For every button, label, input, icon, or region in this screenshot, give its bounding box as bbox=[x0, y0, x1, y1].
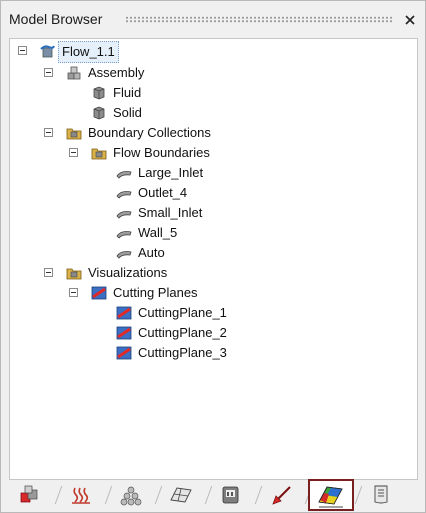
tree-item-wall-5[interactable]: Wall_5 bbox=[10, 223, 415, 243]
tree-item-label: Auto bbox=[138, 245, 165, 260]
report-icon bbox=[374, 485, 388, 504]
mesh-icon bbox=[170, 487, 192, 503]
tree-item-label: CuttingPlane_1 bbox=[138, 305, 227, 320]
tree-item-label: Flow Boundaries bbox=[113, 145, 210, 160]
cutting-plane-icon bbox=[116, 345, 132, 361]
folder-collection-icon bbox=[91, 145, 107, 161]
tree-item-large-inlet[interactable]: Large_Inlet bbox=[10, 163, 415, 183]
arrow-pen-icon bbox=[272, 486, 291, 505]
collapse-toggle[interactable] bbox=[18, 46, 27, 55]
cutting-plane-icon bbox=[116, 305, 132, 321]
collapse-toggle[interactable] bbox=[44, 268, 53, 277]
tree-item-visualizations[interactable]: Visualizations bbox=[10, 263, 415, 283]
tab-physics[interactable] bbox=[61, 482, 105, 508]
tree-item-solid[interactable]: Solid bbox=[10, 103, 415, 123]
particles-icon bbox=[120, 486, 142, 506]
tree-item-label: Assembly bbox=[88, 65, 145, 80]
tree-item-assembly[interactable]: Assembly bbox=[10, 63, 415, 83]
cutting-plane-icon bbox=[91, 285, 107, 301]
analysis-ai-icon bbox=[222, 486, 239, 504]
browser-tab-bar bbox=[9, 479, 417, 511]
flow-icon bbox=[39, 43, 55, 59]
tab-report[interactable] bbox=[361, 482, 405, 508]
tree-item-flow-boundaries[interactable]: Flow Boundaries bbox=[10, 143, 415, 163]
part-icon bbox=[91, 85, 107, 101]
drag-grip[interactable] bbox=[125, 16, 393, 23]
tree-item-label: CuttingPlane_2 bbox=[138, 325, 227, 340]
tab-contour-plot[interactable] bbox=[308, 479, 354, 511]
tree-item-cutting-planes[interactable]: Cutting Planes bbox=[10, 283, 415, 303]
folder-collection-icon bbox=[66, 125, 82, 141]
tab-mesh[interactable] bbox=[161, 482, 205, 508]
tree-item-cuttingplane-1[interactable]: CuttingPlane_1 bbox=[10, 303, 415, 323]
tree-item-label: Cutting Planes bbox=[113, 285, 198, 300]
tree-item-label: Flow_1.1 bbox=[58, 41, 119, 63]
tree-item-label: CuttingPlane_3 bbox=[138, 345, 227, 360]
part-icon bbox=[91, 105, 107, 121]
tree-item-small-inlet[interactable]: Small_Inlet bbox=[10, 203, 415, 223]
close-icon[interactable] bbox=[403, 13, 417, 27]
collapse-toggle[interactable] bbox=[69, 288, 78, 297]
tree-item-flow[interactable]: Flow_1.1 bbox=[10, 41, 415, 63]
surface-icon bbox=[116, 205, 132, 221]
tab-annotate[interactable] bbox=[261, 482, 305, 508]
tree-item-label: Boundary Collections bbox=[88, 125, 211, 140]
tab-particles[interactable] bbox=[111, 482, 155, 508]
tree-item-label: Visualizations bbox=[88, 265, 168, 280]
tree-item-label: Wall_5 bbox=[138, 225, 178, 240]
surface-icon bbox=[116, 245, 132, 261]
collapse-toggle[interactable] bbox=[44, 128, 53, 137]
surface-icon bbox=[116, 185, 132, 201]
tab-analysis[interactable] bbox=[211, 482, 255, 508]
tab-model-parts[interactable] bbox=[11, 482, 55, 508]
model-browser-panel: Model Browser Flow_1.1 Assembly Fluid So… bbox=[0, 0, 426, 513]
collapse-toggle[interactable] bbox=[44, 68, 53, 77]
tree-item-cuttingplane-2[interactable]: CuttingPlane_2 bbox=[10, 323, 415, 343]
cutting-plane-icon bbox=[116, 325, 132, 341]
collapse-toggle[interactable] bbox=[69, 148, 78, 157]
model-tree: Flow_1.1 Assembly Fluid Solid Boundary C… bbox=[9, 38, 418, 480]
tree-item-outlet-4[interactable]: Outlet_4 bbox=[10, 183, 415, 203]
tree-item-label: Small_Inlet bbox=[138, 205, 203, 220]
tree-item-cuttingplane-3[interactable]: CuttingPlane_3 bbox=[10, 343, 415, 363]
contour-plot-icon bbox=[318, 486, 343, 508]
tree-item-label: Solid bbox=[113, 105, 142, 120]
assembly-icon bbox=[66, 65, 82, 81]
tree-item-label: Large_Inlet bbox=[138, 165, 204, 180]
tree-item-boundary-collections[interactable]: Boundary Collections bbox=[10, 123, 415, 143]
tree-item-auto[interactable]: Auto bbox=[10, 243, 415, 263]
model-parts-icon bbox=[20, 485, 38, 503]
folder-collection-icon bbox=[66, 265, 82, 281]
panel-title: Model Browser bbox=[9, 11, 103, 27]
surface-icon bbox=[116, 225, 132, 241]
title-bar[interactable]: Model Browser bbox=[1, 1, 425, 35]
surface-icon bbox=[116, 165, 132, 181]
tree-item-label: Fluid bbox=[113, 85, 142, 100]
tree-item-label: Outlet_4 bbox=[138, 185, 188, 200]
physics-icon bbox=[72, 487, 90, 504]
tree-item-fluid[interactable]: Fluid bbox=[10, 83, 415, 103]
